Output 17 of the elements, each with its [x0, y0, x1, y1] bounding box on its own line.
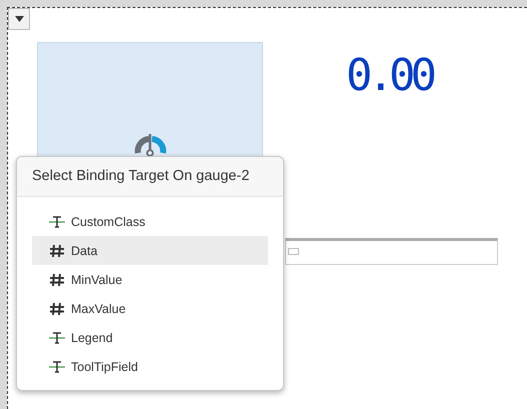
hash-icon: [49, 302, 65, 316]
slider-thumb[interactable]: [288, 248, 299, 255]
digital-readout: 0.00: [346, 49, 432, 103]
text-type-icon: [49, 360, 65, 374]
popup-title: Select Binding Target On gauge-2: [17, 157, 283, 197]
binding-item[interactable]: CustomClass: [32, 207, 268, 236]
binding-item[interactable]: MinValue: [32, 265, 268, 294]
dropdown-button[interactable]: [8, 8, 30, 30]
binding-item[interactable]: Legend: [32, 323, 268, 352]
hash-icon: [49, 244, 65, 258]
text-type-icon: [49, 330, 65, 344]
caret-icon: [14, 16, 24, 22]
hash-icon: [49, 272, 65, 286]
binding-item[interactable]: MaxValue: [32, 294, 268, 323]
text-type-icon: [49, 214, 65, 228]
binding-item[interactable]: Data: [32, 236, 268, 265]
binding-item[interactable]: ToolTipField: [32, 352, 268, 381]
